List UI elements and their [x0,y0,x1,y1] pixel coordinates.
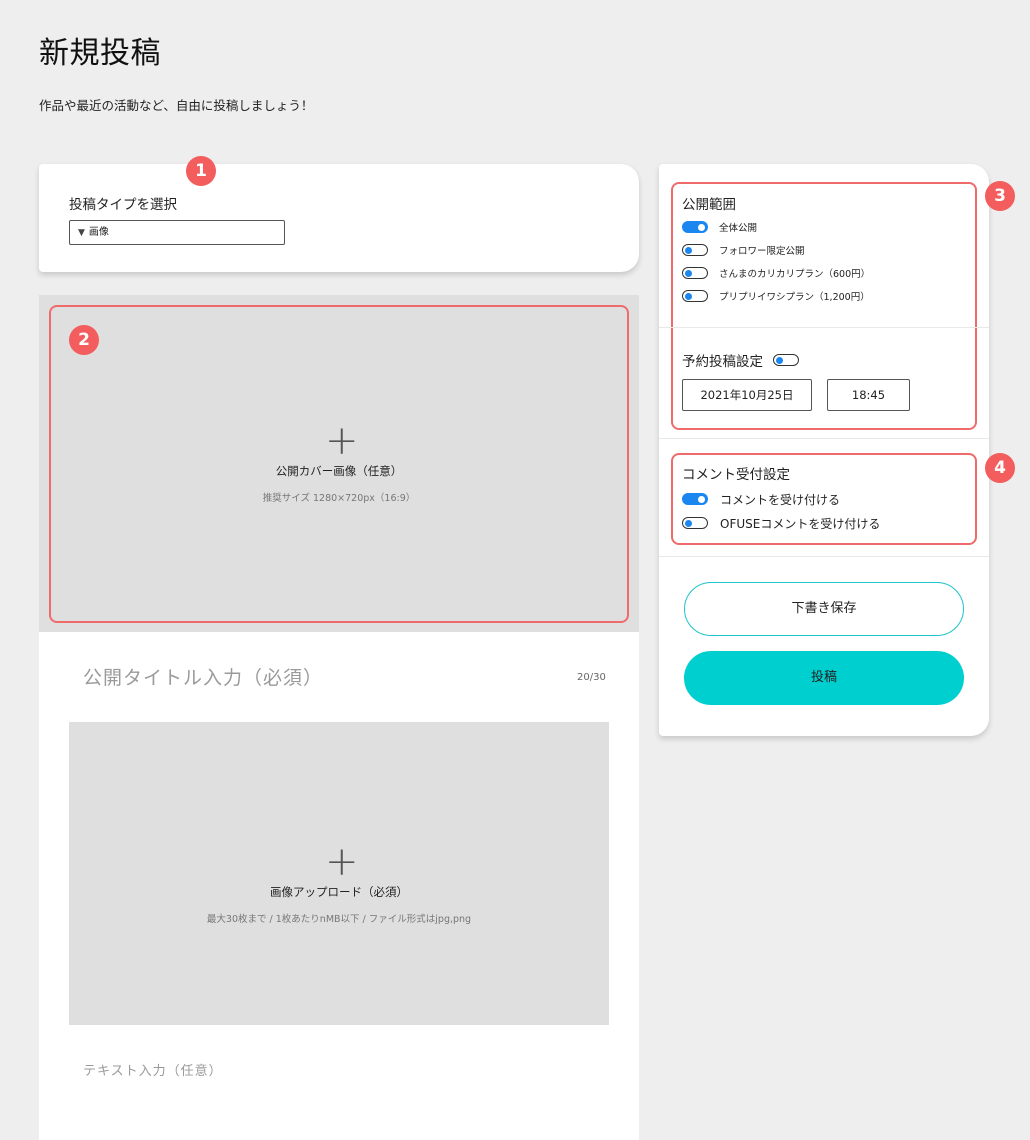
divider [659,327,989,328]
visibility-option-followers[interactable]: フォロワー限定公開 [682,243,805,257]
visibility-option-plan-1200[interactable]: プリプリイワシプラン（1,200円） [682,289,870,303]
title-char-count: 20/30 [577,672,606,683]
visibility-option-plan-600[interactable]: さんまのカリカリプラン（600円） [682,266,870,280]
option-label: プリプリイワシプラン（1,200円） [719,292,870,303]
dropdown-arrow-icon: ▼ [78,228,85,238]
plus-icon: + [325,418,359,464]
comments-option-ofuse[interactable]: OFUSEコメントを受け付ける [682,516,881,531]
option-label: OFUSEコメントを受け付ける [720,516,881,531]
visibility-title: 公開範囲 [682,197,736,213]
toggle-switch[interactable] [682,493,708,505]
cover-upload-hint: 推奨サイズ 1280×720px（16:9） [262,493,416,504]
post-type-selected-value: 画像 [88,227,109,238]
post-editor: 2 + 公開カバー画像（任意） 推奨サイズ 1280×720px（16:9） 公… [39,295,639,1140]
post-type-card: 投稿タイプを選択 ▼ 画像 [39,164,639,272]
schedule-title: 予約投稿設定 [682,354,763,370]
option-label: フォロワー限定公開 [719,246,805,257]
post-type-select[interactable]: ▼ 画像 [69,220,285,245]
cover-image-upload[interactable]: 2 + 公開カバー画像（任意） 推奨サイズ 1280×720px（16:9） [39,295,639,632]
toggle-switch[interactable] [682,244,708,256]
schedule-row: 予約投稿設定 [682,353,799,370]
page-subtitle: 作品や最近の活動など、自由に投稿しましょう！ [39,98,314,113]
option-label: コメントを受け付ける [720,492,841,507]
post-type-label: 投稿タイプを選択 [69,197,177,213]
visibility-option-public[interactable]: 全体公開 [682,220,757,234]
comments-option-accept[interactable]: コメントを受け付ける [682,492,841,507]
comments-title: コメント受付設定 [682,467,790,483]
body-text-input[interactable]: テキスト入力（任意） [83,1060,223,1079]
annotation-marker-4: 4 [985,453,1015,483]
divider [659,556,989,557]
annotation-marker-1: 1 [186,156,216,186]
annotation-marker-2: 2 [69,325,99,355]
save-draft-button[interactable]: 下書き保存 [684,582,964,636]
image-upload-area[interactable]: + 画像アップロード（必須） 最大30枚まで / 1枚あたりnMB以下 / ファ… [69,722,609,1025]
schedule-toggle[interactable] [773,354,799,366]
schedule-time-field[interactable]: 18:45 [827,379,910,411]
toggle-switch[interactable] [682,221,708,233]
cover-upload-title: 公開カバー画像（任意） [275,464,403,478]
post-button[interactable]: 投稿 [684,651,964,705]
option-label: さんまのカリカリプラン（600円） [719,269,871,280]
image-upload-title: 画像アップロード（必須） [270,885,408,899]
image-upload-hint: 最大30枚まで / 1枚あたりnMB以下 / ファイル形式はjpg,png [206,914,472,925]
plus-icon: + [325,839,359,885]
toggle-switch[interactable] [682,267,708,279]
settings-panel: 公開範囲 全体公開 フォロワー限定公開 さんまのカリカリプラン（600円） プリ… [659,164,989,736]
title-input[interactable]: 公開タイトル入力（必須） [83,663,323,690]
toggle-switch[interactable] [682,290,708,302]
toggle-switch[interactable] [682,517,708,529]
page-title: 新規投稿 [39,36,161,71]
schedule-date-field[interactable]: 2021年10月25日 [682,379,812,411]
option-label: 全体公開 [719,223,758,234]
annotation-marker-3: 3 [985,181,1015,211]
divider [659,438,989,439]
